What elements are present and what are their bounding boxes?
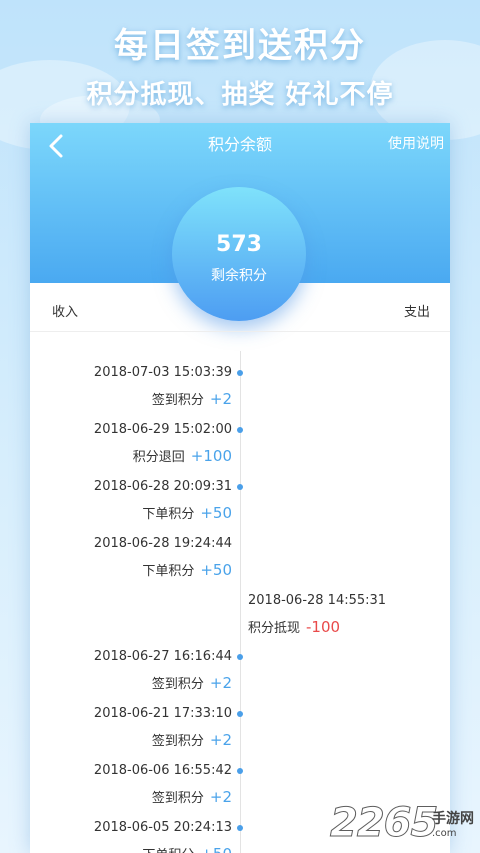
record-amount: +2	[209, 390, 232, 408]
record-entry: 2018-07-03 15:03:39 签到积分 +2	[94, 365, 232, 408]
watermark-text: 手游网	[432, 811, 474, 827]
banner-title: 每日签到送积分	[114, 26, 366, 66]
record-time: 2018-06-29 15:02:00	[93, 422, 232, 437]
record-entry: 2018-06-28 20:09:31 下单积分 +50	[94, 479, 232, 522]
balance-label: 剩余积分	[211, 268, 267, 284]
record-amount: +50	[200, 561, 232, 579]
record-type: 积分抵现	[248, 621, 301, 636]
balance-value: 573	[216, 232, 262, 257]
record-entry: 2018-06-21 17:33:10 签到积分 +2	[94, 706, 232, 749]
record-amount: +100	[190, 447, 232, 465]
record-time: 2018-06-21 17:33:10	[93, 706, 232, 721]
record-amount: -100	[306, 618, 341, 636]
record-time: 2018-07-03 15:03:39	[93, 365, 232, 380]
record-time: 2018-06-06 16:55:42	[93, 763, 232, 778]
record-time: 2018-06-05 20:24:13	[93, 820, 232, 835]
watermark-url: .com	[432, 828, 457, 839]
watermark-logo: 2265	[329, 800, 438, 847]
record-amount: +50	[200, 845, 232, 853]
income-column-label: 收入	[52, 305, 79, 320]
record-type: 积分退回	[132, 450, 185, 465]
timeline-dot	[237, 484, 243, 490]
record-time: 2018-06-28 14:55:31	[248, 593, 387, 608]
record-time: 2018-06-28 20:09:31	[93, 479, 232, 494]
timeline-dot	[237, 654, 243, 660]
record-entry: 2018-06-29 15:02:00 积分退回 +100	[94, 422, 232, 465]
timeline-dot	[237, 825, 243, 831]
phone-screen: 积分余额 使用说明 573 剩余积分 收入 支出 2018-07-03 15:0…	[30, 123, 450, 853]
record-type: 签到积分	[151, 791, 204, 806]
timeline-dot	[237, 768, 243, 774]
record-entry: 2018-06-28 19:24:44 下单积分 +50	[94, 536, 232, 579]
record-time: 2018-06-28 19:24:44	[93, 536, 232, 551]
page-title: 积分余额	[207, 135, 272, 154]
record-type: 下单积分	[142, 507, 195, 522]
record-amount: +2	[209, 788, 232, 806]
record-entry: 2018-06-06 16:55:42 签到积分 +2	[94, 763, 232, 806]
expense-column-label: 支出	[403, 305, 430, 320]
timeline-dot	[237, 427, 243, 433]
timeline-dot	[237, 370, 243, 376]
record-type: 签到积分	[151, 393, 204, 408]
record-amount: +2	[209, 731, 232, 749]
record-amount: +50	[200, 504, 232, 522]
record-amount: +2	[209, 674, 232, 692]
balance-circle: 573 剩余积分	[172, 187, 306, 321]
banner-subtitle: 积分抵现、抽奖 好礼不停	[86, 80, 394, 110]
record-type: 下单积分	[142, 848, 194, 853]
usage-instructions-link[interactable]: 使用说明	[388, 133, 444, 153]
record-entry: 2018-06-28 14:55:31 积分抵现 -100	[248, 593, 386, 636]
divider	[30, 331, 450, 332]
record-type: 签到积分	[151, 734, 204, 749]
record-type: 下单积分	[142, 564, 195, 579]
record-type: 签到积分	[151, 677, 204, 692]
record-time: 2018-06-27 16:16:44	[93, 649, 232, 664]
record-entry: 2018-06-27 16:16:44 签到积分 +2	[94, 649, 232, 692]
record-entry: 2018-06-05 20:24:13 下单积分 +50	[94, 820, 232, 853]
timeline-dot	[237, 711, 243, 717]
